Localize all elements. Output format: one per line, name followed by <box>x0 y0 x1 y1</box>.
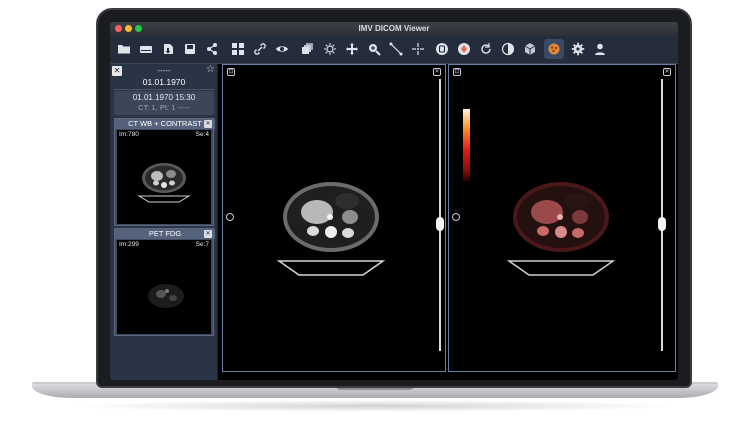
brightness-button[interactable] <box>320 39 340 59</box>
measure-icon <box>389 42 403 56</box>
share-button[interactable] <box>202 39 222 59</box>
colormap-icon <box>548 43 560 55</box>
ct-thumbnail-image <box>137 163 191 203</box>
study-datetime: 01.01.1970 15:30 <box>132 93 196 102</box>
cube-icon <box>524 43 536 55</box>
import-icon <box>164 44 173 54</box>
viewport-ct[interactable]: ⊡ ✕ <box>222 64 446 372</box>
series-title: CT WB + CONTRAST <box>115 119 215 129</box>
close-series-button[interactable]: ✕ <box>204 120 212 128</box>
crosshair-icon <box>412 43 424 55</box>
series-thumbnail[interactable]: Im:780 Se:4 <box>117 130 211 224</box>
close-series-button[interactable]: ✕ <box>204 230 212 238</box>
crosshair-button[interactable] <box>408 39 428 59</box>
annotation-button[interactable] <box>432 39 452 59</box>
zoom-button[interactable] <box>364 39 384 59</box>
user-button[interactable] <box>590 39 610 59</box>
series-card-pet[interactable]: PET FDG ✕ Im:299 Se:7 <box>114 228 215 336</box>
viewport-fusion[interactable]: ⊡ ✕ <box>448 64 676 372</box>
pet-thumbnail-image <box>148 284 184 308</box>
settings-icon <box>571 42 585 56</box>
user-icon <box>595 43 605 55</box>
title-bar: IMV DICOM Viewer <box>110 22 678 36</box>
volume-button[interactable] <box>520 39 540 59</box>
colormap-button[interactable] <box>544 39 564 59</box>
import-button[interactable] <box>158 39 178 59</box>
export-button[interactable] <box>180 39 200 59</box>
app-window: IMV DICOM Viewer ✕ ☆ ----- 01.01.1970 01… <box>110 22 678 380</box>
stack-icon <box>302 43 313 54</box>
open-folder-icon <box>118 45 130 54</box>
ct-axial-image <box>276 182 386 276</box>
settings-button[interactable] <box>568 39 588 59</box>
laptop-shadow <box>70 400 680 412</box>
annotation-icon <box>436 43 448 55</box>
study-info: CT: 1, Pt: 1 ----- <box>138 103 190 112</box>
link-button[interactable] <box>250 39 270 59</box>
fusion-axial-image <box>506 182 616 276</box>
study-item[interactable]: 01.01.1970 15:30 CT: 1, Pt: 1 ----- <box>114 91 214 115</box>
layout-grid-icon <box>232 43 244 55</box>
link-icon <box>254 43 266 55</box>
laptop-lid: IMV DICOM Viewer ✕ ☆ ----- 01.01.1970 01… <box>96 8 692 388</box>
toolbar <box>110 36 678 64</box>
sidebar-divider <box>114 89 214 90</box>
eye-icon <box>276 46 288 52</box>
brightness-icon <box>324 43 336 55</box>
share-icon <box>207 43 217 55</box>
open-folder-button[interactable] <box>114 39 134 59</box>
layout-button[interactable] <box>228 39 248 59</box>
storage-icon <box>140 46 152 53</box>
pan-button[interactable] <box>342 39 362 59</box>
series-title: PET FDG <box>115 229 215 239</box>
visibility-button[interactable] <box>272 39 292 59</box>
pan-icon <box>346 43 358 55</box>
window-title: IMV DICOM Viewer <box>358 24 430 33</box>
zoom-icon <box>369 44 381 56</box>
rotate-button[interactable] <box>476 39 496 59</box>
series-thumbnail[interactable]: Im:299 Se:7 <box>117 240 211 334</box>
target-button[interactable] <box>454 39 474 59</box>
rotate-icon <box>481 43 491 54</box>
patient-name: ----- <box>157 66 171 75</box>
study-sidebar: ✕ ☆ ----- 01.01.1970 01.01.1970 15:30 CT… <box>110 64 218 380</box>
invert-icon <box>501 42 515 56</box>
stack-button[interactable] <box>298 39 318 59</box>
storage-button[interactable] <box>136 39 156 59</box>
target-icon <box>458 43 470 55</box>
patient-date: 01.01.1970 <box>142 77 186 87</box>
measure-button[interactable] <box>386 39 406 59</box>
export-icon <box>185 44 195 54</box>
invert-button[interactable] <box>498 39 518 59</box>
series-card-ct[interactable]: CT WB + CONTRAST ✕ Im:780 Se:4 <box>114 118 215 226</box>
